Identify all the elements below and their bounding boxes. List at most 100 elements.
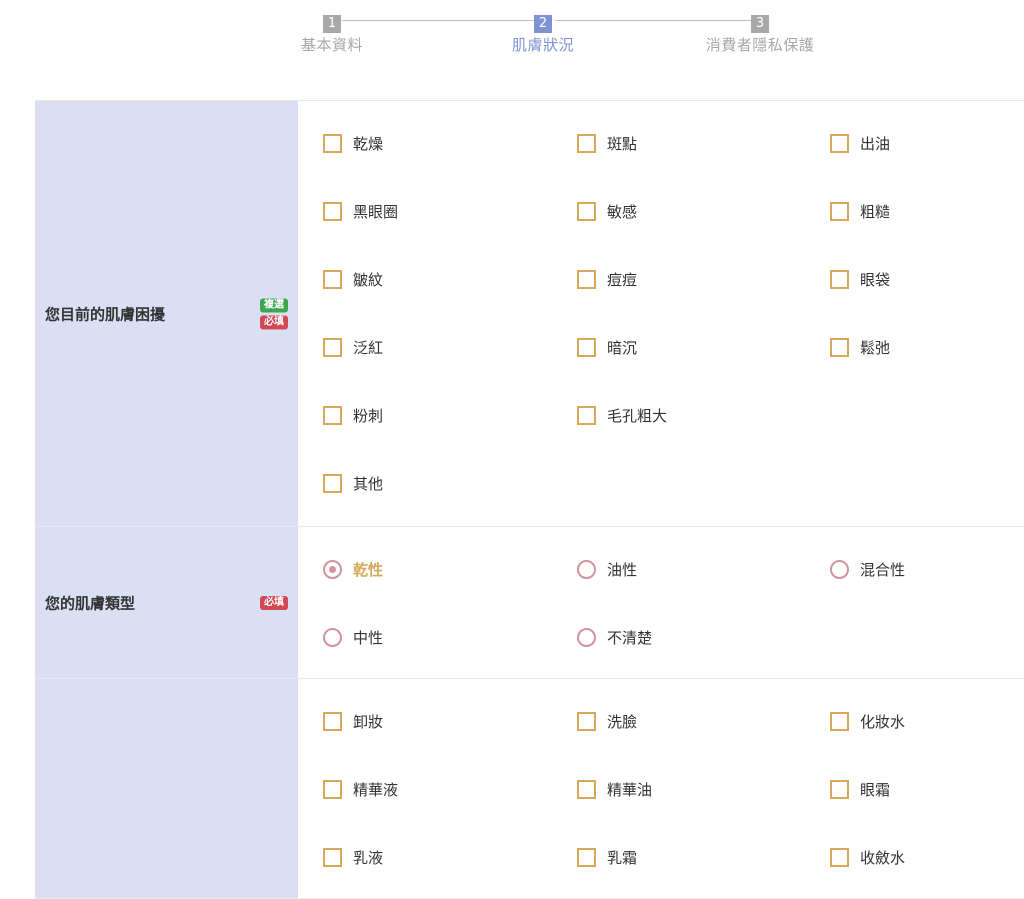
checkbox-icon[interactable] [323, 711, 342, 731]
multi-select-badge: 複選 [260, 298, 288, 312]
checkbox-option[interactable]: 泛紅 [323, 313, 577, 381]
option-label: 化妝水 [860, 712, 906, 731]
question-skin-concerns: 您目前的肌膚困擾 複選 必填 乾燥 斑點 出油 黑眼圈 敏感 粗糙 皺紋 痘痘 … [35, 101, 1024, 527]
radio-selected-icon[interactable] [323, 559, 342, 579]
radio-icon[interactable] [577, 559, 596, 579]
option-label: 出油 [860, 134, 891, 153]
checkbox-option[interactable]: 乳液 [323, 823, 577, 891]
checkbox-icon[interactable] [830, 847, 849, 867]
radio-icon[interactable] [830, 559, 849, 579]
checkbox-option[interactable]: 出油 [830, 109, 1010, 177]
checkbox-option[interactable]: 乾燥 [323, 109, 577, 177]
option-label: 卸妝 [353, 712, 384, 731]
step-number: 1 [323, 15, 341, 33]
option-label: 收斂水 [860, 848, 906, 867]
checkbox-option[interactable]: 粉刺 [323, 382, 577, 450]
option-label: 皺紋 [353, 270, 384, 289]
checkbox-icon[interactable] [577, 847, 596, 867]
checkbox-icon[interactable] [830, 269, 849, 289]
checkbox-option[interactable]: 皺紋 [323, 245, 577, 313]
option-label: 黑眼圈 [353, 202, 399, 221]
checkbox-icon[interactable] [577, 201, 596, 221]
option-label: 粗糙 [860, 202, 891, 221]
checkbox-icon[interactable] [323, 133, 342, 153]
question-title: 您的肌膚類型 [45, 594, 136, 612]
step-label: 消費者隱私保護 [705, 36, 815, 54]
question-label-cell [35, 679, 298, 898]
checkbox-option[interactable]: 眼霜 [830, 755, 1010, 823]
checkbox-option[interactable]: 斑點 [577, 109, 830, 177]
radio-option[interactable]: 中性 [323, 603, 577, 671]
checkbox-icon[interactable] [323, 269, 342, 289]
checkbox-icon[interactable] [830, 711, 849, 731]
option-label: 粉刺 [353, 407, 384, 426]
radio-option[interactable]: 混合性 [830, 535, 1010, 603]
question-title: 您目前的肌膚困擾 [45, 305, 166, 323]
checkbox-icon[interactable] [323, 847, 342, 867]
question-skincare-products: 卸妝 洗臉 化妝水 精華液 精華油 眼霜 乳液 乳霜 收斂水 [35, 679, 1024, 899]
checkbox-option[interactable]: 眼袋 [830, 245, 1010, 313]
option-label: 乳液 [353, 848, 384, 867]
checkbox-icon[interactable] [323, 406, 342, 426]
checkbox-option[interactable]: 其他 [323, 450, 577, 518]
radio-option[interactable]: 油性 [577, 535, 830, 603]
step-skin-condition[interactable]: 2 肌膚狀況 [463, 12, 623, 55]
option-label: 乳霜 [607, 848, 638, 867]
checkbox-option[interactable]: 精華油 [577, 755, 830, 823]
checkbox-option[interactable]: 化妝水 [830, 687, 1010, 755]
checkbox-icon[interactable] [830, 133, 849, 153]
question-label-cell: 您的肌膚類型 必填 [35, 527, 298, 678]
checkbox-option[interactable]: 敏感 [577, 177, 830, 245]
option-label: 洗臉 [607, 712, 638, 731]
checkbox-icon[interactable] [323, 201, 342, 221]
option-label: 其他 [353, 475, 384, 494]
step-label: 基本資料 [300, 36, 363, 54]
checkbox-option[interactable]: 暗沉 [577, 313, 830, 381]
step-privacy[interactable]: 3 消費者隱私保護 [680, 12, 840, 55]
checkbox-option[interactable]: 黑眼圈 [323, 177, 577, 245]
option-label: 痘痘 [607, 270, 638, 289]
checkbox-icon[interactable] [830, 201, 849, 221]
option-label: 精華液 [353, 780, 399, 799]
step-basic-info[interactable]: 1 基本資料 [252, 12, 412, 55]
option-label: 暗沉 [607, 338, 638, 357]
option-label: 不清楚 [607, 628, 653, 647]
radio-option[interactable]: 乾性 [323, 535, 577, 603]
empty-cell [830, 382, 1010, 450]
option-label: 油性 [607, 560, 638, 579]
options-grid: 乾燥 斑點 出油 黑眼圈 敏感 粗糙 皺紋 痘痘 眼袋 泛紅 暗沉 鬆弛 粉刺 … [298, 101, 1024, 526]
option-label: 中性 [353, 628, 384, 647]
checkbox-option[interactable]: 收斂水 [830, 823, 1010, 891]
option-label: 斑點 [607, 134, 638, 153]
checkbox-option[interactable]: 粗糙 [830, 177, 1010, 245]
checkbox-option[interactable]: 鬆弛 [830, 313, 1010, 381]
checkbox-option[interactable]: 洗臉 [577, 687, 830, 755]
checkbox-icon[interactable] [830, 779, 849, 799]
option-label: 毛孔粗大 [607, 407, 668, 426]
option-label: 眼霜 [860, 780, 891, 799]
radio-icon[interactable] [323, 627, 342, 647]
option-label: 鬆弛 [860, 338, 891, 357]
checkbox-option[interactable]: 精華液 [323, 755, 577, 823]
option-label: 泛紅 [353, 338, 384, 357]
checkbox-option[interactable]: 卸妝 [323, 687, 577, 755]
question-skin-type: 您的肌膚類型 必填 乾性 油性 混合性 中性 不清楚 [35, 527, 1024, 679]
checkbox-icon[interactable] [323, 474, 342, 494]
checkbox-icon[interactable] [323, 337, 342, 357]
radio-option[interactable]: 不清楚 [577, 603, 830, 671]
checkbox-icon[interactable] [577, 269, 596, 289]
checkbox-icon[interactable] [577, 133, 596, 153]
skin-survey-form: 您目前的肌膚困擾 複選 必填 乾燥 斑點 出油 黑眼圈 敏感 粗糙 皺紋 痘痘 … [35, 100, 1024, 899]
checkbox-icon[interactable] [577, 779, 596, 799]
checkbox-option[interactable]: 乳霜 [577, 823, 830, 891]
checkbox-icon[interactable] [577, 711, 596, 731]
checkbox-icon[interactable] [577, 406, 596, 426]
checkbox-icon[interactable] [323, 779, 342, 799]
radio-icon[interactable] [577, 627, 596, 647]
progress-stepper: 1 基本資料 2 肌膚狀況 3 消費者隱私保護 [0, 0, 1024, 60]
option-label: 精華油 [607, 780, 653, 799]
checkbox-option[interactable]: 毛孔粗大 [577, 382, 830, 450]
checkbox-icon[interactable] [830, 337, 849, 357]
checkbox-icon[interactable] [577, 337, 596, 357]
checkbox-option[interactable]: 痘痘 [577, 245, 830, 313]
